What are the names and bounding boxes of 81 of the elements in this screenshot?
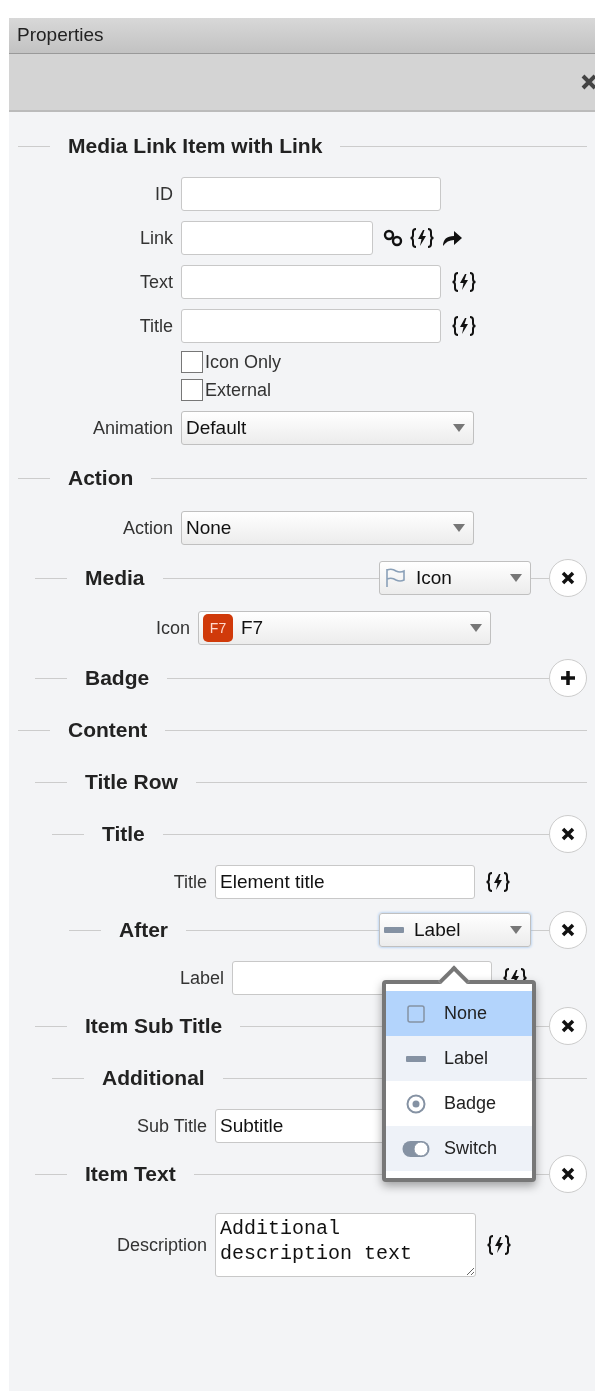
icon-badge: F7	[203, 614, 233, 642]
dropdown-option[interactable]: None	[386, 991, 532, 1036]
dropdown-option[interactable]: Label	[386, 1036, 532, 1081]
dynamic-value-icon[interactable]	[485, 871, 511, 893]
caret-icon	[470, 624, 482, 632]
select-value: F7	[241, 615, 265, 640]
section-title: Item Text	[85, 1161, 176, 1188]
share-arrow-icon[interactable]	[441, 229, 463, 247]
checkbox-option[interactable]: External	[181, 376, 272, 404]
close-icon	[561, 1167, 575, 1181]
link-icon[interactable]	[383, 229, 403, 247]
dynamic-value-icon[interactable]	[451, 271, 477, 293]
close-icon	[561, 1019, 575, 1033]
field-label: Text	[140, 270, 173, 294]
remove-button[interactable]	[549, 911, 587, 949]
text-input[interactable]: Element title	[215, 865, 475, 899]
field-label: Title	[173, 870, 207, 894]
close-icon	[561, 923, 575, 937]
field-label: Description	[116, 1233, 207, 1257]
select-dropdown[interactable]: Default	[181, 411, 474, 445]
select-value: None	[186, 515, 233, 540]
select-value: Icon	[416, 565, 453, 590]
text-input[interactable]	[181, 309, 441, 343]
remove-button[interactable]	[549, 559, 587, 597]
option-label: None	[444, 1002, 488, 1025]
dynamic-value-icon[interactable]	[486, 1234, 512, 1256]
close-icon[interactable]	[581, 74, 595, 90]
caret-icon	[453, 524, 465, 532]
field-label: Label	[179, 966, 224, 990]
dash-icon	[384, 927, 404, 933]
field-label: Sub Title	[136, 1114, 207, 1138]
text-input[interactable]	[181, 265, 441, 299]
checkbox[interactable]	[181, 379, 203, 401]
section-title: Media Link Item with Link	[68, 133, 323, 160]
text-input[interactable]	[181, 177, 441, 211]
caret-icon	[510, 926, 522, 934]
dynamic-value-icon[interactable]	[451, 315, 477, 337]
toggle-icon	[402, 1139, 430, 1158]
close-icon	[561, 827, 575, 841]
field-label: ID	[155, 182, 173, 206]
add-button[interactable]	[549, 659, 587, 697]
field-label: Icon	[155, 616, 190, 640]
square-icon	[407, 1004, 425, 1023]
section-title: After	[119, 917, 168, 944]
caret-icon	[510, 574, 522, 582]
section-title: Action	[68, 465, 134, 492]
dropdown-option[interactable]: Switch	[386, 1126, 532, 1171]
section-title: Additional	[102, 1065, 205, 1092]
remove-button[interactable]	[549, 1155, 587, 1193]
field-label: Title	[139, 314, 173, 338]
type-select[interactable]: Label	[379, 913, 531, 947]
section-title: Title	[102, 821, 145, 848]
select-dropdown[interactable]: F7 F7	[198, 611, 491, 645]
section-title: Item Sub Title	[85, 1013, 223, 1040]
select-value: Default	[186, 415, 248, 440]
remove-button[interactable]	[549, 815, 587, 853]
plus-icon	[560, 670, 576, 686]
checkbox[interactable]	[181, 351, 203, 373]
dash-icon	[406, 1055, 426, 1062]
option-label: Label	[444, 1047, 489, 1070]
remove-button[interactable]	[549, 1007, 587, 1045]
dynamic-value-icon[interactable]	[409, 227, 435, 249]
flag-icon	[384, 568, 406, 588]
text-input[interactable]	[181, 221, 373, 255]
field-label: Action	[122, 516, 173, 540]
field-label: Animation	[92, 416, 173, 440]
caret-icon	[453, 424, 465, 432]
select-dropdown[interactable]: None	[181, 511, 474, 545]
description-textarea[interactable]: Additional description text	[215, 1213, 476, 1277]
checkbox-option[interactable]: Icon Only	[181, 348, 282, 376]
close-icon	[561, 571, 575, 585]
section-title: Title Row	[85, 769, 178, 796]
section-title: Badge	[85, 665, 150, 692]
section-title: Content	[68, 717, 148, 744]
select-value: Label	[414, 917, 462, 942]
panel-title: Properties	[17, 23, 104, 48]
field-label: Link	[139, 226, 173, 250]
section-title: Media	[85, 565, 145, 592]
radio-icon	[406, 1093, 426, 1114]
type-select[interactable]: Icon	[379, 561, 531, 595]
dropdown-option[interactable]: Badge	[386, 1081, 532, 1126]
